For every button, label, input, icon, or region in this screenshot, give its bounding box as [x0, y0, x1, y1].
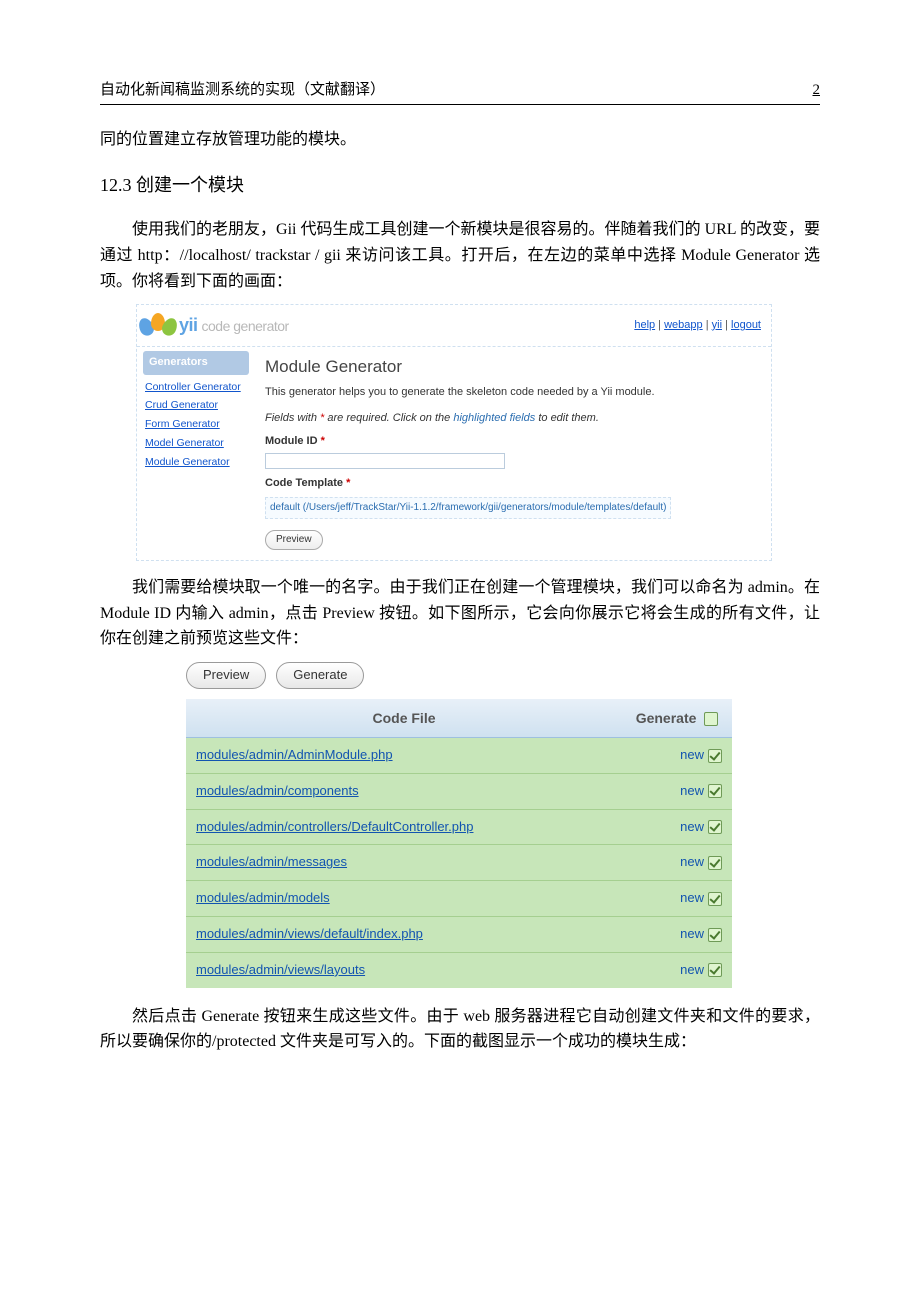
sidebar-item-form[interactable]: Form Generator [143, 415, 249, 434]
row-checkbox[interactable] [708, 928, 722, 942]
table-row: modules/admin/AdminModule.phpnew [186, 738, 732, 774]
table-row: modules/admin/controllers/DefaultControl… [186, 809, 732, 845]
code-file-table: Code File Generate modules/admin/AdminMo… [186, 699, 732, 988]
heading-number: 12.3 [100, 175, 132, 195]
paragraph-mid: 我们需要给模块取一个唯一的名字。由于我们正在创建一个管理模块，我们可以命名为 a… [100, 575, 820, 652]
sidebar-item-module[interactable]: Module Generator [143, 453, 249, 472]
preview-button-2[interactable]: Preview [186, 662, 266, 689]
page: 自动化新闻稿监测系统的实现（文献翻译） 2 同的位置建立存放管理功能的模块。 1… [0, 0, 920, 1302]
gii-description: This generator helps you to generate the… [265, 384, 761, 402]
sidebar-title: Generators [143, 351, 249, 375]
gii-main: Module Generator This generator helps yo… [255, 347, 771, 560]
file-link[interactable]: modules/admin/components [196, 783, 359, 798]
code-template-label: Code Template * [265, 475, 761, 493]
table-row: modules/admin/messagesnew [186, 845, 732, 881]
gii-title: Module Generator [265, 353, 761, 380]
row-checkbox[interactable] [708, 856, 722, 870]
generate-button[interactable]: Generate [276, 662, 364, 689]
gii-top-links: help | webapp | yii | logout [634, 317, 761, 335]
sidebar-item-model[interactable]: Model Generator [143, 434, 249, 453]
code-template-value[interactable]: default (/Users/jeff/TrackStar/Yii-1.1.2… [265, 497, 671, 519]
paragraph-intro: 使用我们的老朋友，Gii 代码生成工具创建一个新模块是很容易的。伴随着我们的 U… [100, 217, 820, 294]
module-id-input[interactable] [265, 453, 505, 469]
row-checkbox[interactable] [708, 963, 722, 977]
link-yii[interactable]: yii [712, 319, 722, 331]
paragraph-end: 然后点击 Generate 按钮来生成这些文件。由于 web 服务器进程它自动创… [100, 1004, 820, 1055]
row-checkbox[interactable] [708, 749, 722, 763]
file-link[interactable]: modules/admin/views/layouts [196, 962, 365, 977]
section-heading: 12.3 创建一个模块 [100, 171, 820, 200]
preview-generate-screenshot: Preview Generate Code File Generate modu… [186, 662, 732, 988]
table-row: modules/admin/views/default/index.phpnew [186, 917, 732, 953]
file-link[interactable]: modules/admin/AdminModule.php [196, 747, 393, 762]
link-webapp[interactable]: webapp [664, 319, 703, 331]
gii-screenshot: yiicode generator help | webapp | yii | … [136, 304, 820, 561]
heading-text: 创建一个模块 [136, 175, 244, 195]
file-link[interactable]: modules/admin/messages [196, 854, 347, 869]
brand-subtitle: code generator [202, 318, 289, 334]
preview-button[interactable]: Preview [265, 530, 323, 550]
brand-yii: yii [179, 315, 198, 335]
gii-logo-mark [143, 313, 173, 339]
gii-wordmark: yiicode generator [179, 311, 289, 340]
sidebar-item-crud[interactable]: Crud Generator [143, 396, 249, 415]
paragraph-continuation: 同的位置建立存放管理功能的模块。 [100, 127, 820, 153]
file-link[interactable]: modules/admin/views/default/index.php [196, 926, 423, 941]
table-row: modules/admin/componentsnew [186, 773, 732, 809]
row-checkbox[interactable] [708, 820, 722, 834]
table-row: modules/admin/views/layoutsnew [186, 952, 732, 987]
col-code-file: Code File [186, 699, 622, 738]
page-header: 自动化新闻稿监测系统的实现（文献翻译） 2 [100, 78, 820, 105]
gii-logo: yiicode generator [139, 311, 289, 340]
table-row: modules/admin/modelsnew [186, 881, 732, 917]
link-logout[interactable]: logout [731, 319, 761, 331]
page-number: 2 [813, 78, 821, 102]
generate-all-checkbox[interactable] [704, 712, 718, 726]
header-title: 自动化新闻稿监测系统的实现（文献翻译） [100, 78, 385, 102]
module-id-label: Module ID * [265, 433, 761, 451]
gii-hint: Fields with * are required. Click on the… [265, 410, 761, 428]
sidebar-item-controller[interactable]: Controller Generator [143, 378, 249, 397]
col-generate: Generate [622, 699, 732, 738]
file-link[interactable]: modules/admin/controllers/DefaultControl… [196, 819, 473, 834]
row-checkbox[interactable] [708, 784, 722, 798]
file-link[interactable]: modules/admin/models [196, 890, 330, 905]
row-checkbox[interactable] [708, 892, 722, 906]
gii-sidebar: Generators Controller Generator Crud Gen… [137, 347, 255, 560]
link-help[interactable]: help [634, 319, 655, 331]
